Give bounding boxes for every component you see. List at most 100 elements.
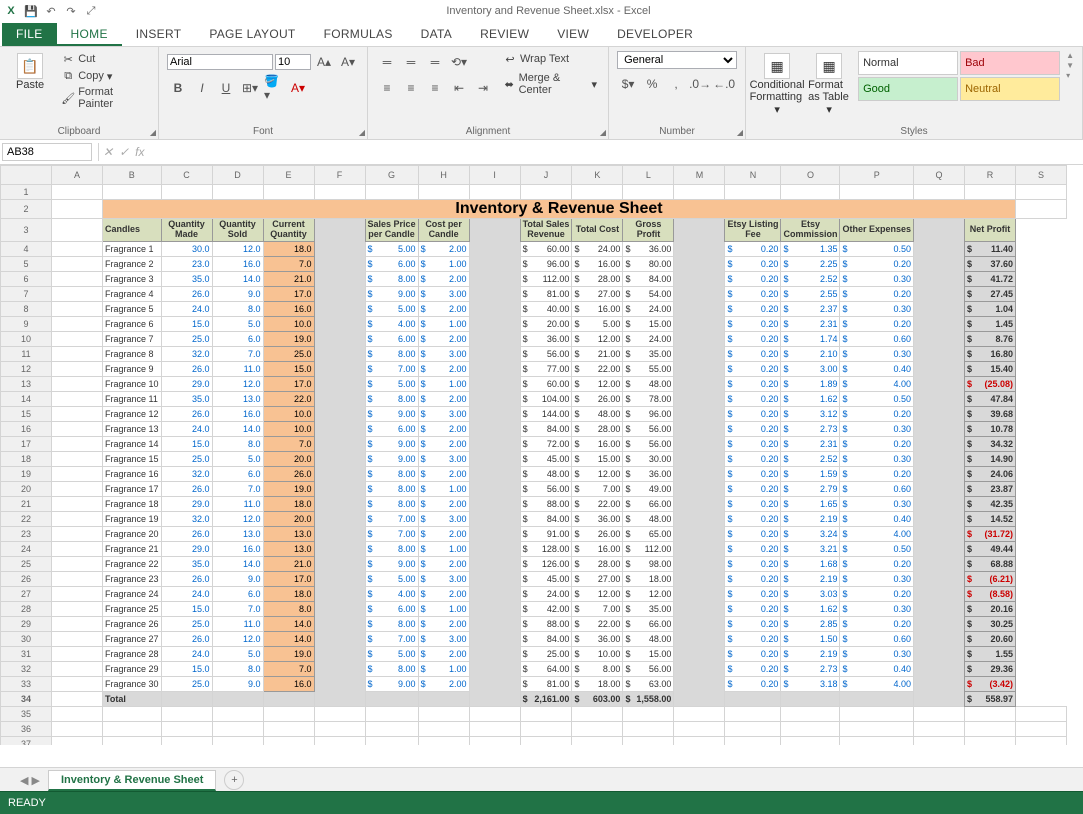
tab-home[interactable]: HOME — [57, 23, 122, 46]
align-left-icon[interactable]: ≡ — [376, 77, 398, 99]
format-as-table-button[interactable]: ▦Format as Table▾ — [806, 51, 852, 118]
col-header[interactable]: Q — [914, 166, 965, 185]
styles-more-icon[interactable]: ▾ — [1066, 71, 1074, 80]
align-middle-icon[interactable]: ═ — [400, 51, 422, 73]
row-header[interactable]: 18 — [1, 451, 52, 466]
table-row[interactable]: 22Fragrance 1932.012.020.0$7.00$3.00$84.… — [1, 511, 1067, 526]
table-row[interactable]: 11Fragrance 832.07.025.0$8.00$3.00$56.00… — [1, 346, 1067, 361]
table-row[interactable]: 27Fragrance 2424.06.018.0$4.00$2.00$24.0… — [1, 586, 1067, 601]
table-row[interactable]: 19Fragrance 1632.06.026.0$8.00$2.00$48.0… — [1, 466, 1067, 481]
row-header[interactable]: 28 — [1, 601, 52, 616]
row-header[interactable]: 12 — [1, 361, 52, 376]
row-header[interactable]: 31 — [1, 646, 52, 661]
col-header[interactable]: K — [572, 166, 623, 185]
font-size-combo[interactable] — [275, 54, 311, 70]
table-row[interactable]: 9Fragrance 615.05.010.0$4.00$1.00$20.00$… — [1, 316, 1067, 331]
col-header[interactable]: E — [263, 166, 314, 185]
number-launcher-icon[interactable]: ◢ — [737, 128, 743, 137]
spreadsheet-grid[interactable]: ABCDEFGHIJKLMNOPQRS12Inventory & Revenue… — [0, 165, 1083, 745]
row-header[interactable]: 25 — [1, 556, 52, 571]
table-row[interactable]: 29Fragrance 2625.011.014.0$8.00$2.00$88.… — [1, 616, 1067, 631]
style-neutral[interactable]: Neutral — [960, 77, 1060, 101]
row-header[interactable]: 19 — [1, 466, 52, 481]
table-row[interactable]: 17Fragrance 1415.08.07.0$9.00$2.00$72.00… — [1, 436, 1067, 451]
paste-button[interactable]: 📋Paste — [8, 51, 52, 93]
save-icon[interactable]: 💾 — [24, 4, 38, 18]
wrap-text-button[interactable]: ↩Wrap Text — [500, 51, 600, 67]
table-row[interactable]: 8Fragrance 524.08.016.0$5.00$2.00$40.00$… — [1, 301, 1067, 316]
clipboard-launcher-icon[interactable]: ◢ — [150, 128, 156, 137]
style-bad[interactable]: Bad — [960, 51, 1060, 75]
font-name-combo[interactable] — [167, 54, 273, 70]
table-row[interactable]: 10Fragrance 725.06.019.0$6.00$2.00$36.00… — [1, 331, 1067, 346]
conditional-formatting-button[interactable]: ▦Conditional Formatting▾ — [754, 51, 800, 118]
col-header[interactable]: M — [674, 166, 725, 185]
row-header[interactable]: 7 — [1, 286, 52, 301]
orientation-icon[interactable]: ⟲▾ — [448, 51, 470, 73]
font-color-button[interactable]: A▾ — [287, 77, 309, 99]
table-row[interactable]: 31Fragrance 2824.05.019.0$5.00$2.00$25.0… — [1, 646, 1067, 661]
merge-center-button[interactable]: ⬌Merge & Center ▾ — [500, 71, 600, 97]
row-header[interactable]: 22 — [1, 511, 52, 526]
percent-icon[interactable]: % — [641, 73, 663, 95]
col-header[interactable]: F — [314, 166, 365, 185]
styles-up-icon[interactable]: ▲ — [1066, 51, 1074, 60]
table-row[interactable]: 33Fragrance 3025.09.016.0$9.00$2.00$81.0… — [1, 676, 1067, 691]
tab-view[interactable]: VIEW — [543, 23, 603, 46]
name-box[interactable] — [2, 143, 92, 161]
row-header[interactable]: 10 — [1, 331, 52, 346]
table-row[interactable]: 7Fragrance 426.09.017.0$9.00$3.00$81.00$… — [1, 286, 1067, 301]
tab-pagelayout[interactable]: PAGE LAYOUT — [195, 23, 309, 46]
row-header[interactable]: 5 — [1, 256, 52, 271]
table-row[interactable]: 28Fragrance 2515.07.08.0$6.00$1.00$42.00… — [1, 601, 1067, 616]
row-header[interactable]: 35 — [1, 706, 52, 721]
row-header[interactable]: 23 — [1, 526, 52, 541]
table-row[interactable]: 6Fragrance 335.014.021.0$8.00$2.00$112.0… — [1, 271, 1067, 286]
fx-icon[interactable]: fx — [135, 145, 144, 159]
font-launcher-icon[interactable]: ◢ — [359, 128, 365, 137]
row-header[interactable]: 15 — [1, 406, 52, 421]
style-good[interactable]: Good — [858, 77, 958, 101]
alignment-launcher-icon[interactable]: ◢ — [600, 128, 606, 137]
col-header[interactable]: P — [840, 166, 914, 185]
row-header[interactable]: 14 — [1, 391, 52, 406]
number-format-combo[interactable]: General — [617, 51, 737, 69]
cut-button[interactable]: ✂Cut — [58, 51, 150, 67]
fill-color-button[interactable]: 🪣▾ — [263, 77, 285, 99]
redo-icon[interactable]: ↷ — [64, 4, 78, 18]
table-row[interactable]: 32Fragrance 2915.08.07.0$8.00$1.00$64.00… — [1, 661, 1067, 676]
tab-file[interactable]: FILE — [2, 23, 57, 46]
table-row[interactable]: 4Fragrance 130.012.018.0$5.00$2.00$60.00… — [1, 241, 1067, 256]
row-header[interactable]: 21 — [1, 496, 52, 511]
table-row[interactable]: 14Fragrance 1135.013.022.0$8.00$2.00$104… — [1, 391, 1067, 406]
undo-icon[interactable]: ↶ — [44, 4, 58, 18]
copy-button[interactable]: ⧉Copy ▾ — [58, 68, 150, 84]
underline-button[interactable]: U — [215, 77, 237, 99]
col-header[interactable]: I — [469, 166, 520, 185]
bold-button[interactable]: B — [167, 77, 189, 99]
increase-indent-icon[interactable]: ⇥ — [472, 77, 494, 99]
col-header[interactable]: S — [1016, 166, 1067, 185]
tab-insert[interactable]: INSERT — [122, 23, 196, 46]
table-row[interactable]: 15Fragrance 1226.016.010.0$9.00$3.00$144… — [1, 406, 1067, 421]
table-row[interactable]: 18Fragrance 1525.05.020.0$9.00$3.00$45.0… — [1, 451, 1067, 466]
row-header[interactable]: 2 — [1, 200, 52, 219]
row-header[interactable]: 26 — [1, 571, 52, 586]
row-header[interactable]: 29 — [1, 616, 52, 631]
decrease-font-icon[interactable]: A▾ — [337, 51, 359, 73]
col-header[interactable]: R — [965, 166, 1016, 185]
align-bottom-icon[interactable]: ═ — [424, 51, 446, 73]
row-header[interactable]: 9 — [1, 316, 52, 331]
formula-input[interactable] — [150, 144, 1083, 160]
total-row[interactable]: 34Total$2,161.00$603.00$1,558.00$558.97 — [1, 691, 1067, 706]
table-row[interactable]: 12Fragrance 926.011.015.0$7.00$2.00$77.0… — [1, 361, 1067, 376]
row-header[interactable]: 8 — [1, 301, 52, 316]
col-header[interactable]: O — [781, 166, 840, 185]
row-header[interactable]: 37 — [1, 736, 52, 745]
table-row[interactable]: 13Fragrance 1029.012.017.0$5.00$1.00$60.… — [1, 376, 1067, 391]
align-top-icon[interactable]: ═ — [376, 51, 398, 73]
table-row[interactable]: 30Fragrance 2726.012.014.0$7.00$3.00$84.… — [1, 631, 1067, 646]
col-header[interactable]: B — [103, 166, 162, 185]
row-header[interactable]: 4 — [1, 241, 52, 256]
col-header[interactable]: A — [52, 166, 103, 185]
